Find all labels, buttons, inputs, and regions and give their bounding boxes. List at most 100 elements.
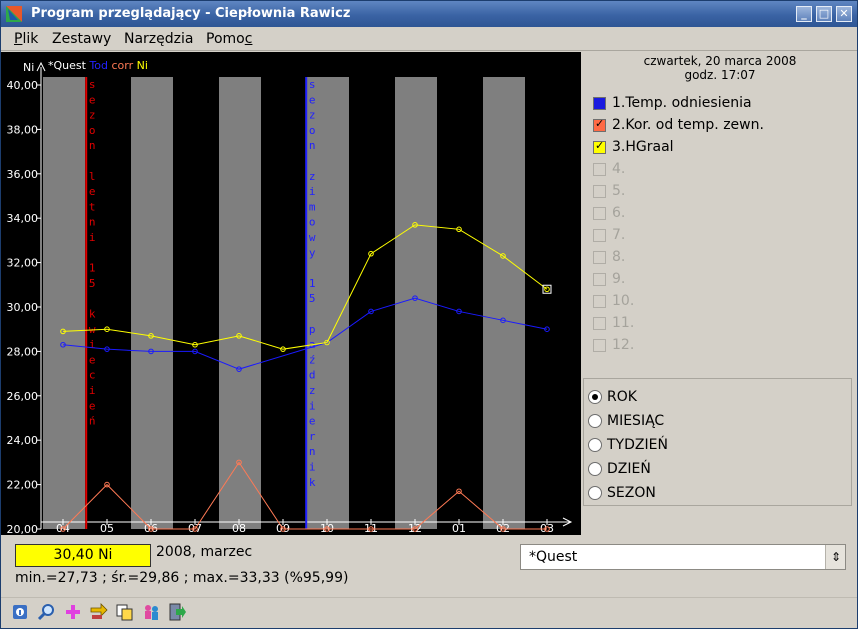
window-title: Program przeglądający - Ciepłownia Rawic… [31,6,351,21]
season-label-char: 5 [309,292,316,305]
season-label-char: o [309,216,316,229]
radio-button[interactable] [588,390,602,404]
series-checkbox[interactable] [593,228,606,242]
season-label-char: d [309,369,316,382]
menu-zestawy[interactable]: Zestawy [52,31,111,47]
menu-bar: Plik Zestawy Narzędzia Pomoc [1,27,857,51]
radio-button[interactable] [588,486,602,500]
month-shade-column [483,77,525,529]
legend-entry: Ni [133,59,148,72]
legend-entry: corr [108,59,134,72]
series-checkbox[interactable] [593,162,606,176]
dataset-select[interactable]: *Quest ⇕ [520,544,846,570]
series-checkbox[interactable]: ✓ [593,116,606,132]
minimize-button[interactable]: _ [796,6,812,22]
series-label: 8. [612,249,626,265]
x-tick-label: 08 [232,522,246,535]
swap-icon[interactable] [89,602,109,622]
radio-button[interactable] [588,414,602,428]
y-tick-label: 30,00 [7,301,39,314]
close-button[interactable]: ✕ [836,6,852,22]
period-option-rok[interactable]: ROK [588,388,637,406]
season-label-char: z [89,109,96,122]
period-option-sezon[interactable]: SEZON [588,484,656,502]
series-item[interactable]: 12. [593,336,634,354]
series-label: 11. [612,315,635,331]
menu-pomoc[interactable]: Pomoc [206,31,252,47]
month-shade-column [131,77,173,529]
y-tick-label: 34,00 [7,212,39,225]
add-icon[interactable] [63,602,83,622]
chart-area[interactable]: 40,00 38,00 36,00 34,00 32,00 30,00 28,00 26,00… [1,52,581,535]
period-option-label: SEZON [607,485,656,501]
period-option-dzień[interactable]: DZIEŃ [588,460,651,478]
season-label-char: 1 [89,262,96,275]
zoom-icon[interactable] [37,602,57,622]
series-checkbox[interactable] [593,272,606,286]
series-label: 4. [612,161,626,177]
series-checkbox[interactable] [593,184,606,198]
line-chart: 40,00 38,00 36,00 34,00 32,00 30,00 28,00 26,00… [1,52,581,535]
series-item[interactable]: 8. [593,248,625,266]
help-icon[interactable] [11,602,31,622]
refresh-icon[interactable] [141,602,161,622]
y-tick-label: 20,00 [7,523,39,535]
app-window: Program przeglądający - Ciepłownia Rawic… [0,0,858,629]
series-checkbox[interactable] [593,96,606,110]
series-label: 9. [612,271,626,287]
maximize-button[interactable]: □ [816,6,832,22]
season-label-char: n [309,139,316,152]
month-shade-column [219,77,261,529]
chart-legend: *Quest Tod corr Ni [48,59,148,72]
series-item[interactable]: 5. [593,182,625,200]
season-label-char: w [309,231,316,244]
season-label-char: i [309,461,316,474]
copy-icon[interactable] [115,602,135,622]
period-option-miesiąc[interactable]: MIESIĄC [588,412,664,430]
period-option-label: DZIEŃ [607,461,651,477]
season-label-char: k [89,308,96,321]
series-checkbox[interactable] [593,294,606,308]
series-checkbox[interactable]: ✓ [593,139,606,154]
series-label: 6. [612,205,626,221]
series-item[interactable]: 11. [593,314,634,332]
series-checkbox[interactable] [593,250,606,264]
series-checkbox[interactable] [593,206,606,220]
dropdown-arrow-icon[interactable]: ⇕ [825,545,845,569]
season-label-char: s [89,78,96,91]
series-item[interactable]: 9. [593,270,625,288]
season-label-char: p [309,323,316,336]
series-item[interactable]: 10. [593,292,634,310]
radio-button[interactable] [588,438,602,452]
check-mark-icon: ✓ [595,116,605,130]
title-bar[interactable]: Program przeglądający - Ciepłownia Rawic… [1,1,857,27]
period-option-tydzień[interactable]: TYDZIEŃ [588,436,668,454]
menu-narzedzia[interactable]: Narzędzia [124,31,193,47]
series-checkbox[interactable] [593,316,606,330]
season-label-char: i [89,338,96,351]
y-tick-label: 40,00 [7,79,39,92]
legend-entry: Tod [86,59,108,72]
season-label-char: 1 [309,277,316,290]
series-item[interactable]: ✓ 2.Kor. od temp. zewn. [593,116,764,134]
y-tick-label: 36,00 [7,168,39,181]
season-label-char: t [89,200,96,213]
series-item[interactable]: ✓ 3.HGraal [593,138,674,156]
series-label: 10. [612,293,635,309]
season-label-char: i [309,185,316,198]
series-item[interactable]: 1.Temp. odniesienia [593,94,752,112]
period-option-label: TYDZIEŃ [607,437,668,453]
series-checkbox[interactable] [593,338,606,352]
radio-button[interactable] [588,462,602,476]
current-time: godz. 17:07 [684,68,756,82]
exit-icon[interactable] [167,602,187,622]
series-item[interactable]: 6. [593,204,625,222]
season-label-char: e [89,93,96,106]
period-option-label: MIESIĄC [607,413,665,429]
menu-plik[interactable]: Plik [14,31,38,47]
x-tick-label: 05 [100,522,114,535]
statistics-text: min.=27,73 ; śr.=29,86 ; max.=33,33 (%95… [15,570,349,586]
series-item[interactable]: 7. [593,226,625,244]
season-label-char: l [89,170,96,183]
series-item[interactable]: 4. [593,160,625,178]
